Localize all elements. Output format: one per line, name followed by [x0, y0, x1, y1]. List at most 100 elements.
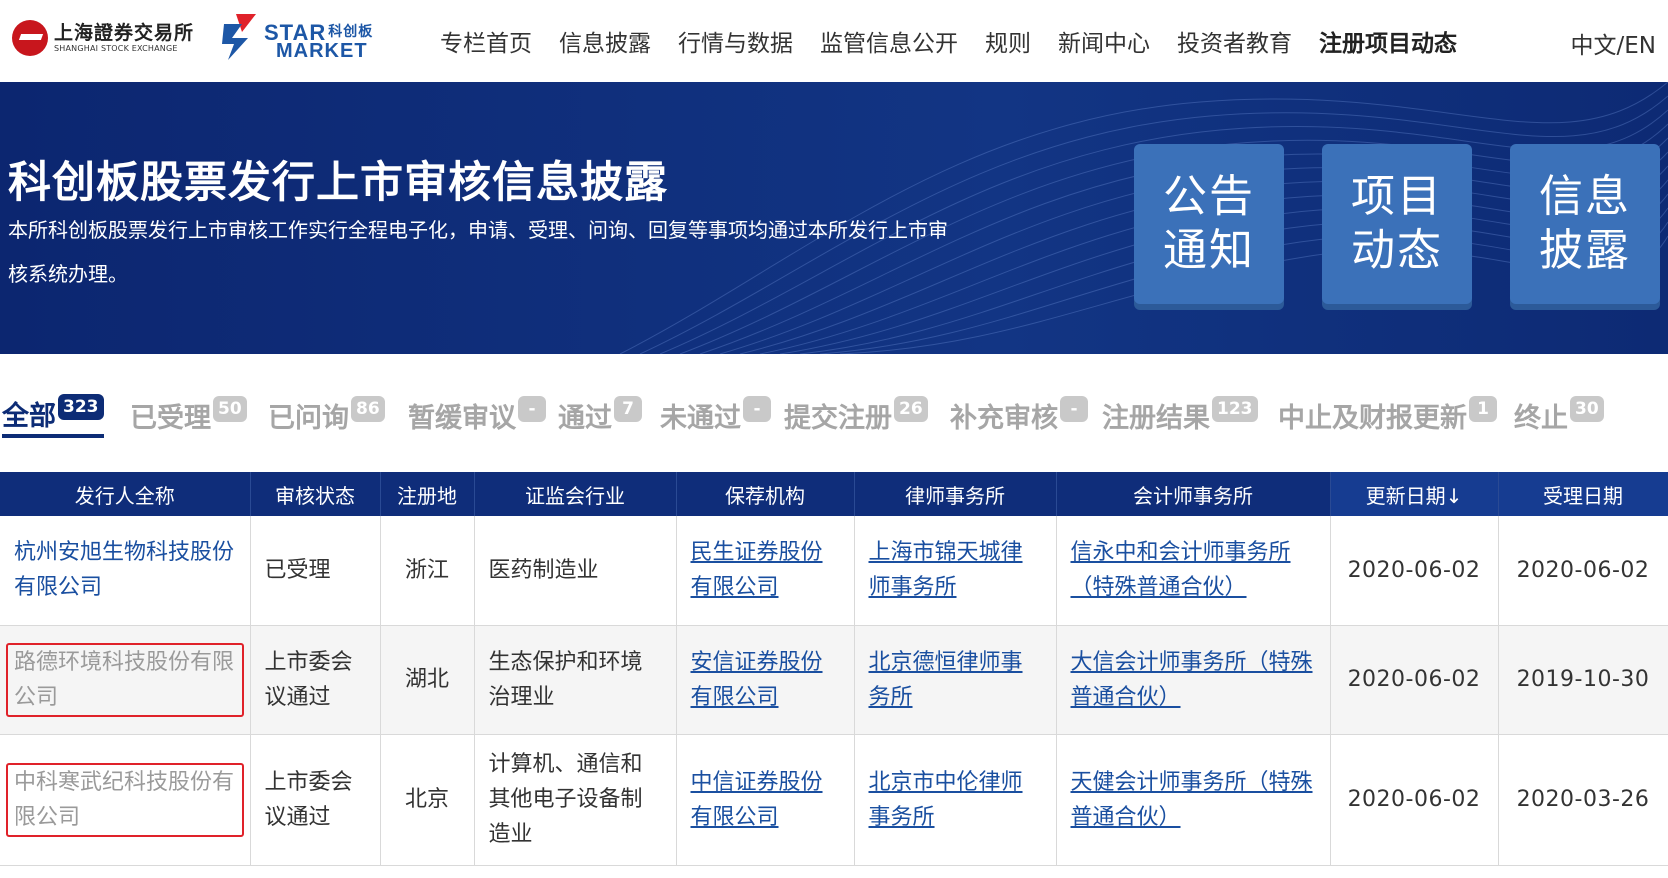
- col-law-firm[interactable]: 律师事务所: [854, 472, 1057, 516]
- nav-investor-education[interactable]: 投资者教育: [1177, 24, 1292, 58]
- nav-disclosure[interactable]: 信息披露: [559, 24, 651, 58]
- table-header-row: 发行人全称 审核状态 注册地 证监会行业 保荐机构 律师事务所 会计师事务所 更…: [0, 472, 1668, 516]
- tab-count-badge: -: [743, 396, 771, 422]
- hero-banner: 科创板股票发行上市审核信息披露 本所科创板股票发行上市审核工作实行全程电子化，申…: [0, 82, 1668, 354]
- col-region[interactable]: 注册地: [380, 472, 475, 516]
- sponsor-link[interactable]: 民生证券股份有限公司: [691, 540, 823, 600]
- tab-label: 全部: [2, 400, 56, 432]
- tab-label: 已受理: [130, 402, 211, 434]
- language-switch[interactable]: 中文/EN: [1571, 26, 1657, 60]
- col-accepted-date[interactable]: 受理日期: [1498, 472, 1668, 516]
- nav-rules[interactable]: 规则: [985, 24, 1031, 58]
- accounting-cell: 天健会计师事务所（特殊普通合伙）: [1056, 734, 1331, 866]
- tab-count-badge: -: [518, 396, 546, 422]
- nav-regulatory-info[interactable]: 监管信息公开: [820, 24, 958, 58]
- page-title: 科创板股票发行上市审核信息披露: [8, 158, 668, 208]
- star-market-logo[interactable]: STAR 科创板 MARKET: [222, 12, 382, 64]
- star-market-mark-icon: [222, 14, 256, 60]
- law-firm-cell: 北京德恒律师事务所: [854, 625, 1057, 735]
- accounting-cell: 信永中和会计师事务所（特殊普通合伙）: [1056, 516, 1331, 626]
- tab-terminated[interactable]: 终止 30: [1514, 392, 1604, 438]
- law-firm-link[interactable]: 北京德恒律师事务所: [869, 650, 1023, 710]
- tab-label: 已问询: [268, 402, 349, 434]
- issuer-cell: 中科寒武纪科技股份有限公司: [0, 734, 251, 866]
- law-firm-link[interactable]: 北京市中伦律师事务所: [869, 770, 1023, 830]
- status-cell: 上市委会议通过: [250, 734, 381, 866]
- law-firm-link[interactable]: 上海市锦天城律师事务所: [869, 540, 1023, 600]
- tab-label: 暂缓审议: [408, 402, 516, 434]
- quick-link-disclosure-line2: 披露: [1539, 225, 1631, 276]
- col-industry[interactable]: 证监会行业: [474, 472, 677, 516]
- tab-label: 提交注册: [784, 402, 892, 434]
- col-issuer[interactable]: 发行人全称: [0, 472, 251, 516]
- tab-count-badge: -: [1060, 396, 1088, 422]
- tab-not-passed[interactable]: 未通过 -: [660, 392, 771, 438]
- tab-passed[interactable]: 通过 7: [558, 392, 642, 438]
- table-row: 中科寒武纪科技股份有限公司 上市委会议通过 北京 计算机、通信和其他电子设备制造…: [0, 734, 1668, 866]
- nav-registration-projects[interactable]: 注册项目动态: [1319, 24, 1457, 58]
- quick-link-project-status[interactable]: 项目 动态: [1322, 144, 1472, 304]
- tab-supplementary-review[interactable]: 补充审核 -: [950, 392, 1088, 438]
- tab-label: 中止及财报更新: [1278, 402, 1467, 434]
- col-updated-date-sort[interactable]: 更新日期↓: [1330, 472, 1499, 516]
- sse-logo-cn: 上海證券交易所: [54, 22, 195, 44]
- accounting-cell: 大信会计师事务所（特殊普通合伙）: [1056, 625, 1331, 735]
- issuer-link[interactable]: 杭州安旭生物科技股份有限公司: [14, 540, 234, 600]
- tab-submitted-registration[interactable]: 提交注册 26: [784, 392, 928, 438]
- accepted-date-cell: 2020-03-26: [1498, 734, 1668, 866]
- status-cell: 已受理: [250, 516, 381, 626]
- updated-date-cell: 2020-06-02: [1330, 516, 1499, 626]
- sse-logo[interactable]: 上海證券交易所 SHANGHAI STOCK EXCHANGE: [12, 18, 197, 58]
- tab-count-badge: 323: [58, 394, 104, 420]
- industry-cell: 计算机、通信和其他电子设备制造业: [474, 734, 677, 866]
- tab-inquired[interactable]: 已问询 86: [268, 392, 385, 438]
- region-cell: 北京: [380, 734, 475, 866]
- updated-date-cell: 2020-06-02: [1330, 625, 1499, 735]
- tab-label: 终止: [1514, 402, 1568, 434]
- quick-link-project-status-line2: 动态: [1351, 225, 1443, 276]
- accounting-link[interactable]: 信永中和会计师事务所（特殊普通合伙）: [1071, 540, 1291, 600]
- nav-home[interactable]: 专栏首页: [440, 24, 532, 58]
- sponsor-link[interactable]: 中信证券股份有限公司: [691, 770, 823, 830]
- quick-link-disclosure[interactable]: 信息 披露: [1510, 144, 1660, 304]
- accepted-date-cell: 2020-06-02: [1498, 516, 1668, 626]
- tab-label: 补充审核: [950, 402, 1058, 434]
- tab-registration-result[interactable]: 注册结果 123: [1102, 392, 1258, 438]
- law-firm-cell: 上海市锦天城律师事务所: [854, 516, 1057, 626]
- issuer-link[interactable]: 路德环境科技股份有限公司: [14, 650, 234, 710]
- quick-link-announcements[interactable]: 公告 通知: [1134, 144, 1284, 304]
- quick-link-disclosure-line1: 信息: [1539, 171, 1631, 222]
- col-status[interactable]: 审核状态: [250, 472, 381, 516]
- status-filter-tabs: 全部 323 已受理 50 已问询 86 暂缓审议 - 通过 7 未通过 - 提交注册 26 …: [0, 392, 1668, 442]
- col-accounting-firm[interactable]: 会计师事务所: [1056, 472, 1331, 516]
- tab-count-badge: 123: [1212, 396, 1258, 422]
- star-logo-line2: MARKET: [276, 40, 368, 62]
- nav-news[interactable]: 新闻中心: [1058, 24, 1150, 58]
- tab-suspended-financial-update[interactable]: 中止及财报更新 1: [1278, 392, 1497, 438]
- accounting-link[interactable]: 天健会计师事务所（特殊普通合伙）: [1071, 770, 1313, 830]
- quick-link-project-status-line1: 项目: [1351, 171, 1443, 222]
- law-firm-cell: 北京市中伦律师事务所: [854, 734, 1057, 866]
- updated-date-cell: 2020-06-02: [1330, 734, 1499, 866]
- tab-count-badge: 30: [1570, 396, 1604, 422]
- tab-deferred[interactable]: 暂缓审议 -: [408, 392, 546, 438]
- tab-count-badge: 50: [213, 396, 247, 422]
- col-sponsor[interactable]: 保荐机构: [676, 472, 855, 516]
- nav-market-data[interactable]: 行情与数据: [678, 24, 793, 58]
- tab-accepted[interactable]: 已受理 50: [130, 392, 247, 438]
- industry-cell: 医药制造业: [474, 516, 677, 626]
- accounting-link[interactable]: 大信会计师事务所（特殊普通合伙）: [1071, 650, 1313, 710]
- sponsor-link[interactable]: 安信证券股份有限公司: [691, 650, 823, 710]
- tab-label: 未通过: [660, 402, 741, 434]
- issuer-link[interactable]: 中科寒武纪科技股份有限公司: [14, 770, 234, 830]
- status-cell: 上市委会议通过: [250, 625, 381, 735]
- tab-label: 注册结果: [1102, 402, 1210, 434]
- sponsor-cell: 安信证券股份有限公司: [676, 625, 855, 735]
- star-logo-cn: 科创板: [328, 23, 374, 39]
- sse-logo-en: SHANGHAI STOCK EXCHANGE: [54, 44, 178, 53]
- main-nav: 专栏首页 信息披露 行情与数据 监管信息公开 规则 新闻中心 投资者教育 注册项…: [440, 0, 1484, 82]
- tab-count-badge: 7: [614, 396, 642, 422]
- tab-all[interactable]: 全部 323: [2, 392, 104, 438]
- tab-count-badge: 1: [1469, 396, 1497, 422]
- industry-cell: 生态保护和环境治理业: [474, 625, 677, 735]
